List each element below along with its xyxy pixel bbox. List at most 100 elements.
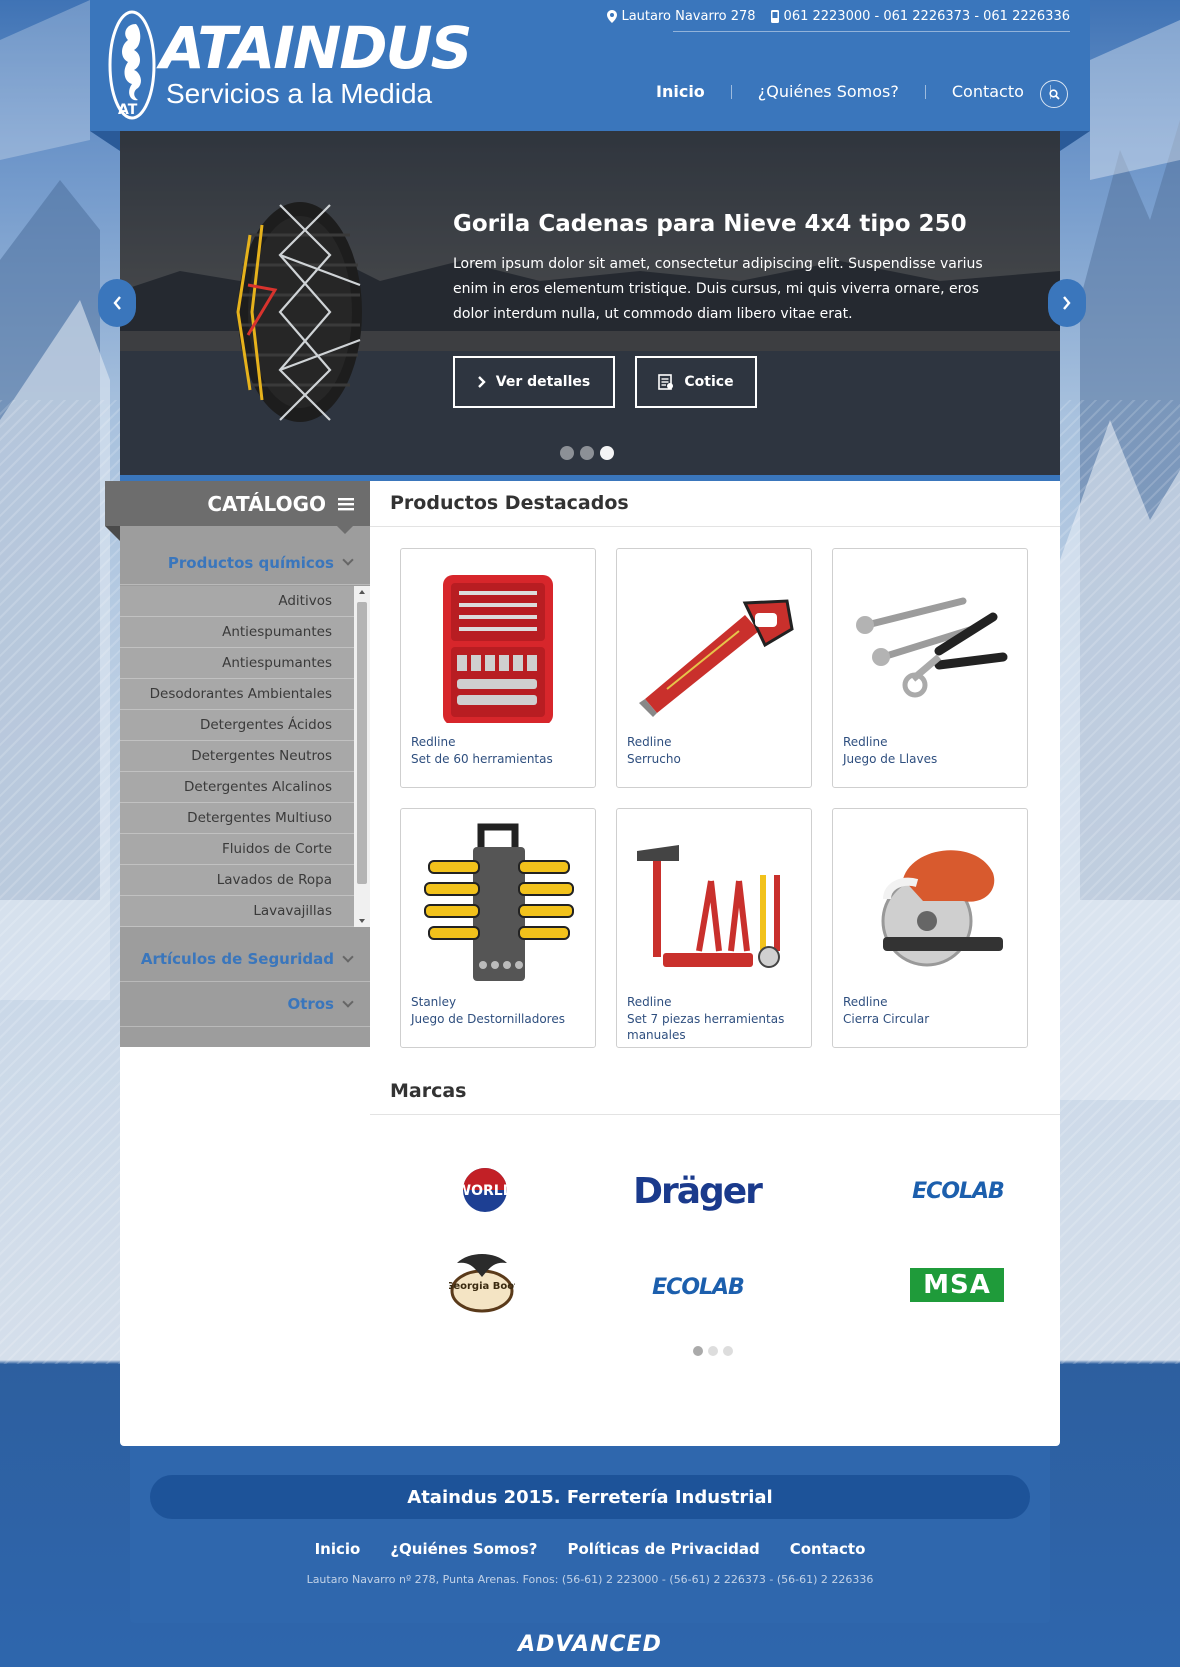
product-name: Set 7 piezas herramientas manuales — [627, 1012, 785, 1042]
product-card[interactable]: Stanley Juego de Destornilladores — [400, 808, 596, 1048]
slider-dot-active[interactable] — [600, 446, 614, 460]
chevron-left-icon — [113, 296, 121, 310]
phones: 061 2223000 - 061 2226373 - 061 2226336 — [770, 9, 1070, 24]
brand-logo-drager[interactable]: Dräger — [630, 1168, 764, 1214]
product-brand: Stanley — [411, 995, 457, 1009]
footer-link-inicio[interactable]: Inicio — [315, 1540, 361, 1558]
site-footer — [130, 1446, 1050, 1623]
product-card[interactable]: Redline Serrucho — [616, 548, 812, 788]
catalog-item[interactable]: Lavavajillas — [120, 896, 370, 927]
product-name: Juego de Llaves — [843, 752, 938, 766]
scroll-up-icon — [359, 590, 365, 594]
brand-logo-text: Georgia Boot — [449, 1281, 515, 1292]
catalog-section-articulos-seguridad[interactable]: Artículos de Seguridad — [120, 937, 370, 982]
phone-icon — [770, 10, 779, 23]
contact-info: Lautaro Navarro 278 061 2223000 - 061 22… — [607, 9, 1070, 24]
svg-text:AT: AT — [118, 102, 138, 118]
quote-form-icon — [658, 374, 674, 390]
catalog-item[interactable]: Antiespumantes — [120, 617, 370, 648]
footer-link-contacto[interactable]: Contacto — [790, 1540, 866, 1558]
address-text: Lautaro Navarro 278 — [621, 9, 756, 24]
catalog-item[interactable]: Antiespumantes — [120, 648, 370, 679]
world-globe-icon: WORLD — [456, 1168, 515, 1212]
brand-logo-ecolab[interactable]: ECOLAB — [900, 1176, 1016, 1206]
catalog-item[interactable]: Detergentes Ácidos — [120, 710, 370, 741]
site-logo[interactable]: AT ATAINDUS Servicios a la Medida — [108, 10, 472, 122]
header-corner-right — [1060, 131, 1090, 151]
hero-slider: Gorila Cadenas para Nieve 4x4 tipo 250 L… — [120, 131, 1060, 475]
slider-dot[interactable] — [580, 446, 594, 460]
product-name: Serrucho — [627, 752, 681, 766]
scroll-down-icon — [359, 919, 365, 923]
brands-dot[interactable] — [723, 1346, 733, 1356]
catalog-item[interactable]: Detergentes Alcalinos — [120, 772, 370, 803]
product-name: Set de 60 herramientas — [411, 752, 553, 766]
search-button[interactable] — [1040, 80, 1068, 108]
header-divider — [673, 31, 1070, 32]
footer-title: Ataindus 2015. Ferretería Industrial — [150, 1475, 1030, 1519]
footer-link-privacidad[interactable]: Políticas de Privacidad — [567, 1540, 759, 1558]
catalog-section-label: Productos químicos — [167, 553, 334, 572]
catalog-item[interactable]: Detergentes Neutros — [120, 741, 370, 772]
chevron-right-icon — [477, 376, 486, 388]
brand-logo-ecolab[interactable]: ECOLAB — [640, 1272, 756, 1302]
handsaw-icon — [639, 599, 794, 717]
slide-title: Gorila Cadenas para Nieve 4x4 tipo 250 — [453, 211, 967, 237]
product-name: Juego de Destornilladores — [411, 1012, 565, 1026]
nav-item-inicio[interactable]: Inicio — [630, 82, 731, 101]
brand-name: ATAINDUS — [160, 14, 472, 82]
map-pin-icon — [607, 10, 618, 23]
footer-link-quienes-somos[interactable]: ¿Quiénes Somos? — [390, 1540, 537, 1558]
footer-nav: Inicio ¿Quiénes Somos? Políticas de Priv… — [0, 1540, 1180, 1558]
catalog-header[interactable]: CATÁLOGO — [105, 481, 370, 526]
slider-dot[interactable] — [560, 446, 574, 460]
slide-description: Lorem ipsum dolor sit amet, consectetur … — [453, 256, 983, 322]
catalog-item[interactable]: Desodorantes Ambientales — [120, 679, 370, 710]
brands-title: Marcas — [390, 1080, 467, 1102]
product-card[interactable]: Redline Cierra Circular — [832, 808, 1028, 1048]
quote-button[interactable]: Cotice — [635, 356, 757, 408]
slider-pagination — [560, 446, 614, 460]
toolbox-icon — [443, 575, 553, 723]
catalog-section-otros[interactable]: Otros — [120, 982, 370, 1027]
developer-credit[interactable]: ADVANCED — [0, 1632, 1180, 1657]
featured-title: Productos Destacados — [390, 492, 629, 514]
product-brand: Redline — [411, 735, 456, 749]
nav-item-contacto[interactable]: Contacto — [926, 82, 1050, 101]
catalog-item[interactable]: Detergentes Multiuso — [120, 803, 370, 834]
wrench-set-icon — [856, 597, 1008, 698]
chevron-down-icon — [342, 554, 354, 566]
chevron-right-icon — [1063, 296, 1071, 310]
footer-address: Lautaro Navarro nº 278, Punta Arenas. Fo… — [306, 1573, 874, 1586]
slider-next-button[interactable] — [1048, 279, 1086, 327]
brand-logo-georgia-boot[interactable]: Georgia Boot — [446, 1246, 518, 1316]
brand-tagline: Servicios a la Medida — [166, 78, 433, 109]
slider-prev-button[interactable] — [98, 279, 136, 327]
brand-logo-world[interactable]: WORLD — [440, 1160, 530, 1220]
brands-pagination — [693, 1346, 733, 1356]
eagle-icon: Georgia Boot — [449, 1254, 515, 1313]
catalog-section-productos-quimicos[interactable]: Productos químicos — [120, 541, 370, 585]
catalog-header-fold — [105, 526, 120, 541]
screwdriver-set-icon — [424, 823, 574, 981]
product-brand: Redline — [843, 735, 888, 749]
brand-logo-text: WORLD — [456, 1183, 515, 1199]
view-details-button[interactable]: Ver detalles — [453, 356, 615, 408]
catalog-item[interactable]: Lavados de Ropa — [120, 865, 370, 896]
phones-text: 061 2223000 - 061 2226373 - 061 2226336 — [783, 9, 1070, 24]
catalog-scrollbar-thumb[interactable] — [357, 602, 367, 884]
brands-dot-active[interactable] — [693, 1346, 703, 1356]
catalog-item[interactable]: Aditivos — [120, 586, 370, 617]
brands-dot[interactable] — [708, 1346, 718, 1356]
product-card[interactable]: Redline Set 7 piezas herramientas manual… — [616, 808, 812, 1048]
product-brand: Redline — [627, 995, 672, 1009]
menu-icon — [338, 497, 354, 510]
brand-logo-msa[interactable]: MSA — [910, 1268, 1004, 1302]
main-nav: Inicio ¿Quiénes Somos? Contacto — [630, 82, 1051, 101]
product-card[interactable]: Redline Juego de Llaves — [832, 548, 1028, 788]
nav-item-quienes-somos[interactable]: ¿Quiénes Somos? — [732, 82, 925, 101]
product-card[interactable]: Redline Set de 60 herramientas — [400, 548, 596, 788]
chevron-down-icon — [342, 950, 354, 963]
catalog-item[interactable]: Fluidos de Corte — [120, 834, 370, 865]
quote-label: Cotice — [684, 374, 734, 390]
